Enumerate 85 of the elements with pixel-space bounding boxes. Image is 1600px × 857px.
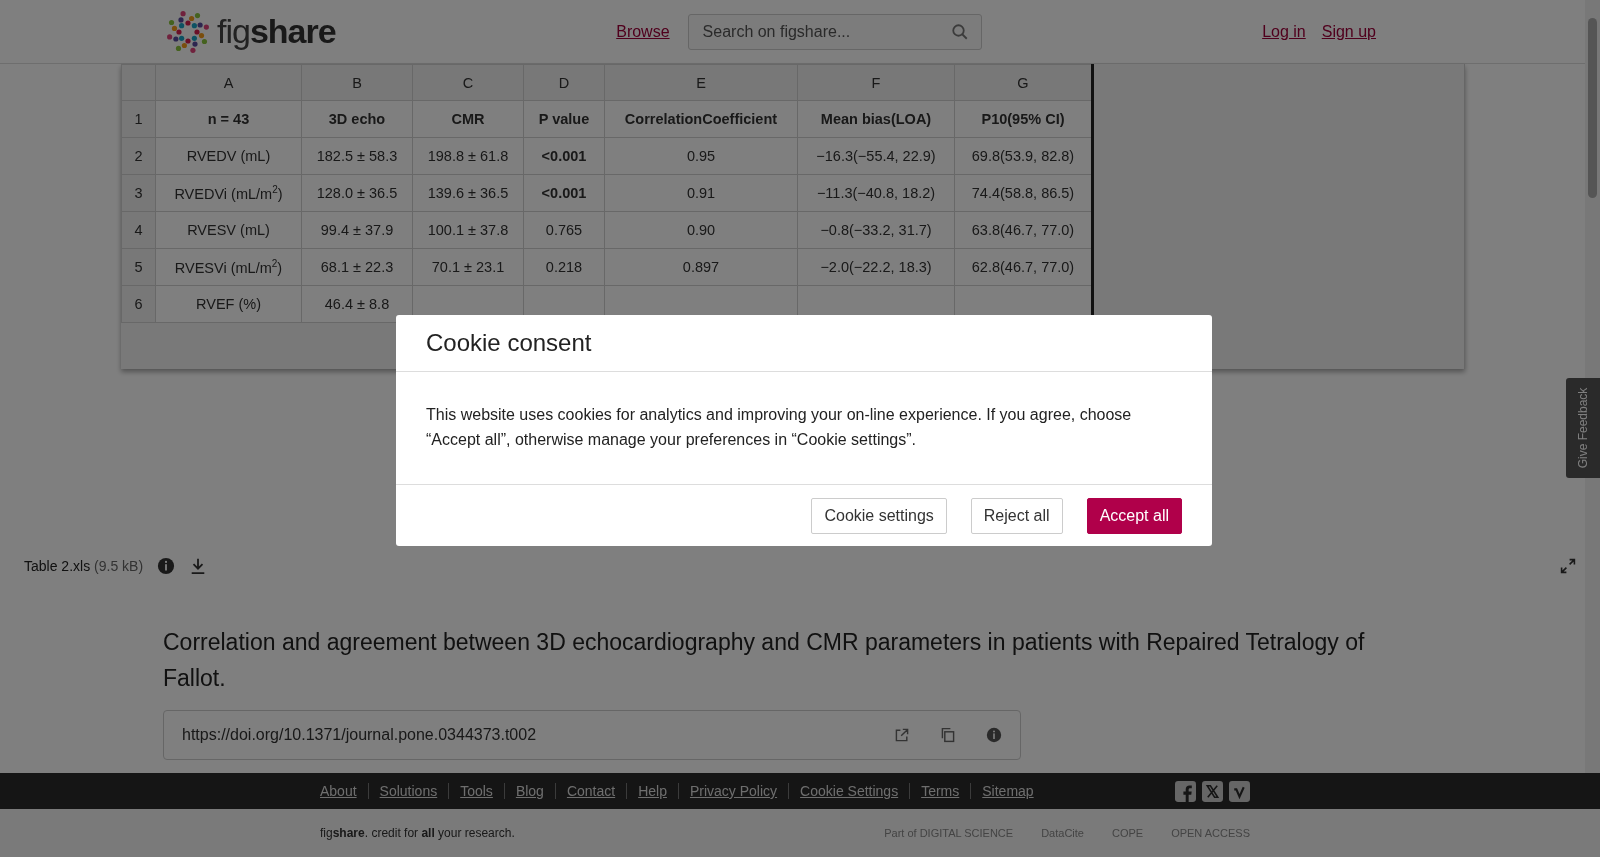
dialog-button[interactable]: Reject all [970, 498, 1063, 534]
column-header: C [412, 64, 524, 101]
column-header: G [954, 64, 1093, 101]
info-icon[interactable] [986, 727, 1002, 743]
table-cell: CorrelationCoefficient [604, 100, 798, 138]
info-icon[interactable] [157, 557, 176, 575]
browse-link[interactable]: Browse [616, 22, 670, 41]
table-cell: P value [523, 100, 605, 138]
table-cell: 99.4 ± 37.9 [301, 211, 413, 249]
table-cell: −16.3(−55.4, 22.9) [797, 137, 955, 175]
footer-link[interactable]: Privacy Policy [677, 783, 789, 799]
footer-link[interactable]: Terms [909, 783, 971, 799]
table-cell: 0.765 [523, 211, 605, 249]
table-cell: n = 43 [155, 100, 302, 138]
table-cell: RVESVi (mL/m$^{2}$) [155, 248, 302, 286]
table-cell: 0.897 [604, 248, 798, 286]
row-number: 6 [121, 285, 156, 323]
footer-link[interactable]: Solutions [367, 783, 449, 799]
row-number: 2 [121, 137, 156, 175]
footer-link[interactable]: Sitemap [970, 783, 1045, 799]
feedback-tab[interactable]: Give Feedback [1566, 378, 1600, 478]
table-cell: 69.8(53.9, 82.8) [954, 137, 1093, 175]
table-cell: <0.001 [523, 174, 605, 212]
search-icon[interactable] [950, 22, 969, 41]
tagline: figshare. credit for all your research. [320, 826, 515, 840]
column-header: A [155, 64, 302, 101]
table-cell: RVEDVi (mL/m$^{2}$) [155, 174, 302, 212]
table-cell: 0.95 [604, 137, 798, 175]
table-cell: 198.8 ± 61.8 [412, 137, 524, 175]
table-cell: CMR [412, 100, 524, 138]
column-header: B [301, 64, 413, 101]
column-header: F [797, 64, 955, 101]
table-cell: Mean bias(LOA) [797, 100, 955, 138]
table-cell: RVESV (mL) [155, 211, 302, 249]
column-header: D [523, 64, 605, 101]
footer-link[interactable]: Cookie Settings [788, 783, 910, 799]
item-title: Correlation and agreement between 3D echocardiography and CMR parameters in patients with Repaired Tetralogy of Fallot. [163, 628, 1366, 693]
table-cell: <0.001 [523, 137, 605, 175]
table-cell: −2.0(−22.2, 18.3) [797, 248, 955, 286]
row-number: 5 [121, 248, 156, 286]
copy-icon[interactable] [940, 727, 956, 743]
table-cell: 0.91 [604, 174, 798, 212]
auth-link[interactable]: Log in [1262, 22, 1306, 41]
footer-link[interactable]: Tools [448, 783, 504, 799]
row-number: 3 [121, 174, 156, 212]
dialog-title: Cookie consent [396, 315, 1212, 372]
row-number: 1 [121, 100, 156, 138]
table-cell: P10(95% CI) [954, 100, 1093, 138]
table-cell: 182.5 ± 58.3 [301, 137, 413, 175]
footer-link[interactable]: Help [626, 783, 678, 799]
footer-link[interactable]: About [320, 783, 368, 799]
table-cell: 68.1 ± 22.3 [301, 248, 413, 286]
table-cell: RVEF (%) [155, 285, 302, 323]
table-cell: RVEDV (mL) [155, 137, 302, 175]
table-cell: 62.8(46.7, 77.0) [954, 248, 1093, 286]
table-cell: −11.3(−40.8, 18.2) [797, 174, 955, 212]
search-input[interactable]: Search on figshare... [700, 21, 951, 42]
table-cell: 70.1 ± 23.1 [412, 248, 524, 286]
table-cell: 0.90 [604, 211, 798, 249]
dialog-text: This website uses cookies for analytics and improving your on-line experience. If you agree, choose “Accept all”, otherwise manage your preferences in “Cookie settings”. [396, 372, 1212, 485]
table-cell: 139.6 ± 36.5 [412, 174, 524, 212]
table-cell: 46.4 ± 8.8 [301, 285, 413, 323]
file-name: Table 2.xls (9.5 kB) [24, 558, 144, 574]
table-cell: 3D echo [301, 100, 413, 138]
facebook-icon[interactable] [1175, 780, 1196, 802]
search-field[interactable]: Search on figshare... [687, 13, 982, 50]
table-cell: 74.4(58.8, 86.5) [954, 174, 1093, 212]
x-icon[interactable] [1202, 780, 1223, 802]
footer-link[interactable]: Contact [554, 783, 627, 799]
row-number: 4 [121, 211, 156, 249]
logo-text[interactable]: figshare [217, 12, 336, 51]
fullscreen-icon[interactable] [1560, 558, 1576, 574]
auth-link[interactable]: Sign up [1321, 22, 1376, 41]
doi-text[interactable]: https://doi.org/10.1371/journal.pone.0344373.t002 [182, 726, 864, 744]
footer-link[interactable]: Blog [503, 783, 555, 799]
table-cell: 0.218 [523, 248, 605, 286]
column-header: E [604, 64, 798, 101]
table-cell: 128.0 ± 36.5 [301, 174, 413, 212]
table-cell: −0.8(−33.2, 31.7) [797, 211, 955, 249]
table-cell: 100.1 ± 37.8 [412, 211, 524, 249]
table-cell: 63.8(46.7, 77.0) [954, 211, 1093, 249]
vimeo-icon[interactable] [1229, 780, 1250, 802]
dialog-button[interactable]: Accept all [1086, 498, 1182, 534]
external-link-icon[interactable] [894, 727, 910, 743]
dialog-button[interactable]: Cookie settings [811, 498, 947, 534]
